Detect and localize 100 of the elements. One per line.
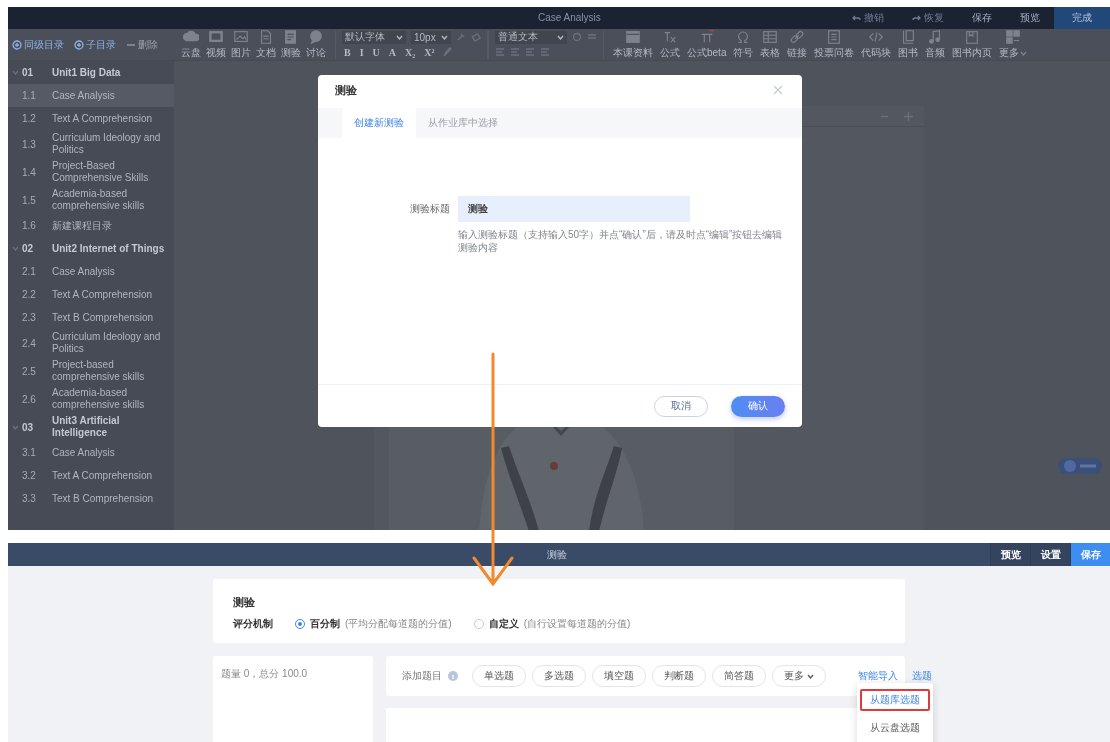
menu-item[interactable]: 从题库选题 (860, 689, 930, 711)
insert-tool[interactable]: 公式beta (686, 29, 728, 60)
scoring-label: 评分机制 (233, 617, 273, 631)
image-icon (233, 29, 249, 45)
insert-tool[interactable]: 云盘 (180, 29, 202, 60)
insert-tool[interactable]: 本课资料 (612, 29, 654, 60)
speech-bubble-icon (308, 29, 324, 45)
outline-item[interactable]: 3.1 Case Analysis (8, 441, 174, 464)
redo-icon (912, 14, 921, 22)
header-button[interactable]: 保存 (1070, 543, 1110, 566)
insert-tool[interactable]: 文档 (255, 29, 277, 60)
format-button[interactable]: A (386, 46, 399, 58)
insert-tool[interactable]: 公式 (659, 29, 681, 60)
outline-item[interactable]: 3.3 Text B Comprehension (8, 487, 174, 510)
outline-section[interactable]: 02 Unit2 Internet of Things (8, 237, 174, 260)
code-icon (868, 29, 885, 45)
toolbar-button[interactable]: 预览 (1006, 7, 1054, 29)
insert-tool[interactable]: 符号 (732, 29, 755, 60)
link[interactable]: 智能导入 (854, 669, 902, 683)
close-button[interactable] (771, 83, 785, 97)
insert-tool[interactable]: 链接 (786, 29, 809, 60)
input-field[interactable]: 测验 (458, 196, 690, 222)
insert-tool[interactable]: 测验 (280, 29, 302, 60)
outline-button[interactable]: 同级目录 (12, 37, 64, 52)
outline-section[interactable]: 03 Unit3 Artificial Intelligence (8, 413, 174, 441)
radio-option[interactable]: 自定义 (自行设置每道题的分值) (473, 617, 631, 631)
field-label: 测验标题 (410, 202, 450, 216)
caret-icon (441, 34, 448, 40)
align-left-icon (495, 47, 505, 57)
insert-tool[interactable]: 图书内页 (951, 29, 994, 60)
radio-option[interactable]: 百分制 (平均分配每道题的分值) (295, 617, 452, 631)
dropdown[interactable]: 10px (411, 30, 451, 44)
book-icon (900, 29, 917, 45)
toolbar-button[interactable]: 保存 (958, 7, 1006, 29)
question-type-button[interactable]: 填空题 (592, 665, 646, 687)
question-type-button[interactable]: 简答题 (712, 665, 766, 687)
outline-item[interactable]: 2.5 Project-based comprehensive skills (8, 357, 174, 385)
confirm-button[interactable]: 确认 (731, 395, 785, 417)
insert-tool[interactable]: 图片 (230, 29, 252, 60)
insert-tool[interactable]: 投票问卷 (813, 29, 856, 60)
format-button[interactable]: X² (422, 46, 437, 58)
outline-item[interactable]: 2.2 Text A Comprehension (8, 283, 174, 306)
plus-circle-icon (12, 39, 22, 50)
outline-item[interactable]: 1.5 Academia-based comprehensive skills (8, 186, 174, 214)
outline-item[interactable]: 2.4 Curriculum Ideology and Politics (8, 329, 174, 357)
outline-item[interactable]: 1.6 新建课程目录 (8, 214, 174, 237)
question-type-button[interactable]: 判断题 (652, 665, 706, 687)
outline-section[interactable]: 01 Unit1 Big Data (8, 61, 174, 84)
caret-icon (807, 673, 814, 679)
menu-item[interactable]: 从云盘选题 (860, 717, 930, 739)
hint-text: 输入测验标题（支持输入50字）并点“确认”后，请及时点“编辑”按钮去编辑测验内容 (458, 228, 784, 254)
link-icon (789, 29, 806, 45)
document-icon (258, 29, 274, 45)
close-icon (773, 85, 783, 95)
info-icon (448, 671, 458, 681)
outline-item[interactable]: 1.2 Text A Comprehension (8, 107, 174, 130)
format-button[interactable]: U (370, 46, 382, 58)
insert-tool[interactable]: 图书 (897, 29, 920, 60)
question-type-button[interactable]: 单选题 (472, 665, 526, 687)
document-title: Case Analysis (538, 12, 601, 23)
header-button[interactable]: 预览 (990, 543, 1030, 566)
outline-item[interactable]: 2.1 Case Analysis (8, 260, 174, 283)
outline-item[interactable]: 1.4 Project-Based Comprehensive Skills (8, 158, 174, 186)
outline-item[interactable]: 2.3 Text B Comprehension (8, 306, 174, 329)
more-button[interactable]: 更多 (772, 665, 826, 687)
outline-item[interactable]: 3.2 Text A Comprehension (8, 464, 174, 487)
insert-tool[interactable]: 视频 (205, 29, 227, 60)
outline-item[interactable]: 1.1 Case Analysis (8, 84, 174, 107)
cancel-button[interactable]: 取消 (654, 395, 708, 417)
toolbar-button[interactable]: 完成 (1054, 7, 1110, 29)
dropdown[interactable]: 默认字体 (342, 30, 406, 44)
dropdown[interactable]: 普通文本 (495, 30, 567, 44)
insert-tool[interactable]: 音频 (924, 29, 947, 60)
form-icon (826, 29, 843, 45)
format-button[interactable]: I (357, 46, 366, 58)
link[interactable]: 选题 (908, 669, 936, 683)
insert-tool[interactable]: 讨论 (305, 29, 327, 60)
format-button[interactable]: B (342, 46, 353, 58)
summary-text: 题量 0，总分 100.0 (221, 668, 308, 679)
tab[interactable]: 从作业库中选择 (416, 108, 510, 138)
insert-tool[interactable]: 更多 (998, 29, 1029, 60)
formula-icon (662, 29, 678, 45)
header-button[interactable]: 设置 (1030, 543, 1070, 566)
question-type-button[interactable]: 多选题 (532, 665, 586, 687)
eraser-icon (471, 32, 481, 42)
align-right-icon (525, 47, 535, 57)
outline-item[interactable]: 1.3 Curriculum Ideology and Politics (8, 130, 174, 158)
plus-circle-icon (74, 39, 84, 50)
caret-icon (1020, 50, 1028, 56)
caret-icon (557, 34, 564, 40)
insert-tool[interactable]: 表格 (759, 29, 782, 60)
insert-tool[interactable]: 代码块 (860, 29, 893, 60)
add-question-label: 添加题目 (402, 669, 442, 683)
grid-icon (1005, 29, 1022, 45)
outline-item[interactable]: 2.6 Academia-based comprehensive skills (8, 385, 174, 413)
align-center-icon (510, 47, 520, 57)
tab[interactable]: 创建新测验 (342, 108, 416, 138)
outline-button[interactable]: 子目录 (74, 37, 116, 52)
highlighter-icon (441, 47, 452, 57)
format-button[interactable]: X₂ (403, 46, 418, 58)
